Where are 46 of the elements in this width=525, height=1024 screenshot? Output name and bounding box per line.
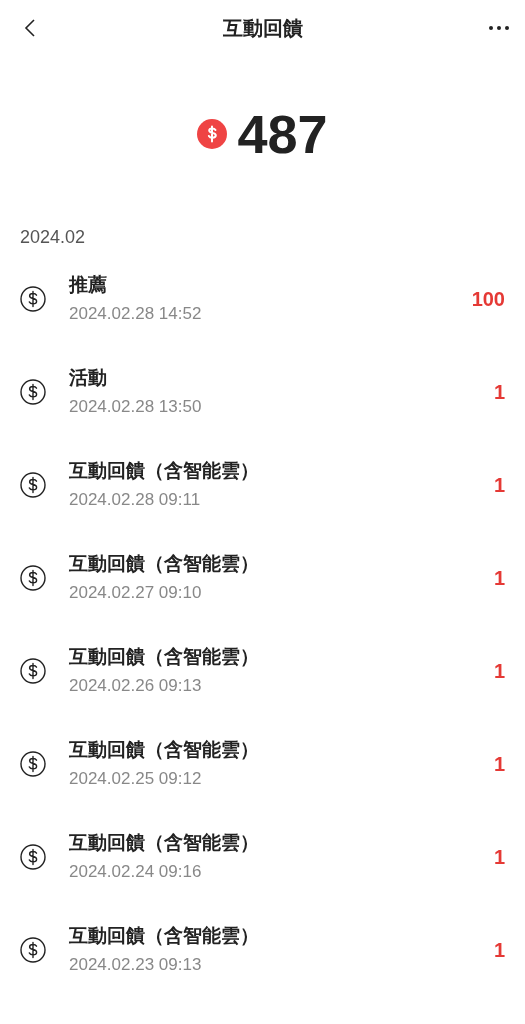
record-time: 2024.02.25 09:12	[69, 767, 203, 790]
record-amount: 1	[493, 844, 505, 870]
dollar-coin-icon	[20, 378, 46, 405]
record-row[interactable]: 推薦 2024.02.28 14:52 100	[0, 252, 525, 345]
record-amount: 1	[493, 379, 505, 405]
month-label: 2024.02	[19, 226, 87, 249]
record-title: 互動回饋（含智能雲）	[69, 644, 260, 669]
record-row[interactable]: 互動回饋（含智能雲） 2024.02.26 09:13 1	[0, 624, 525, 717]
dollar-coin-icon	[20, 564, 46, 591]
dollar-coin-icon	[20, 285, 46, 312]
dollar-coin-icon	[20, 936, 46, 963]
record-title: 互動回饋（含智能雲）	[69, 551, 260, 576]
back-icon	[24, 18, 36, 38]
record-amount: 1	[493, 658, 505, 684]
page-title: 互動回饋	[222, 16, 303, 41]
balance-amount: 487	[237, 107, 328, 161]
record-time: 2024.02.28 14:52	[69, 302, 203, 325]
more-icon	[489, 26, 509, 30]
record-row[interactable]: 活動 2024.02.28 13:50 1	[0, 345, 525, 438]
record-time: 2024.02.27 09:10	[69, 581, 203, 604]
record-row[interactable]: 互動回饋（含智能雲） 2024.02.27 09:10 1	[0, 531, 525, 624]
record-time: 2024.02.26 09:13	[69, 674, 203, 697]
record-time: 2024.02.24 09:16	[69, 860, 203, 883]
record-amount: 1	[493, 751, 505, 777]
record-title: 推薦	[69, 272, 108, 297]
dollar-coin-icon	[20, 657, 46, 684]
record-title: 互動回饋（含智能雲）	[69, 458, 260, 483]
record-title: 互動回饋（含智能雲）	[69, 923, 260, 948]
record-time: 2024.02.28 09:11	[69, 488, 202, 511]
record-row[interactable]: 互動回饋（含智能雲） 2024.02.23 09:13 1	[0, 903, 525, 996]
record-title: 互動回饋（含智能雲）	[69, 737, 260, 762]
record-time: 2024.02.23 09:13	[69, 953, 203, 976]
record-row[interactable]: 互動回饋（含智能雲） 2024.02.28 09:11 1	[0, 438, 525, 531]
record-row[interactable]: 互動回饋（含智能雲） 2024.02.24 09:16 1	[0, 810, 525, 903]
record-row[interactable]: 互動回饋（含智能雲） 2024.02.25 09:12 1	[0, 717, 525, 810]
record-amount: 1	[493, 937, 505, 963]
dollar-coin-icon	[20, 471, 46, 498]
dollar-coin-icon	[20, 843, 46, 870]
record-amount: 1	[493, 565, 505, 591]
dollar-coin-icon	[197, 119, 228, 149]
record-title: 活動	[69, 365, 108, 390]
dollar-coin-icon	[20, 750, 46, 777]
record-title: 互動回饋（含智能雲）	[69, 830, 260, 855]
record-amount: 1	[493, 472, 505, 498]
record-amount: 100	[471, 286, 505, 312]
record-time: 2024.02.28 13:50	[69, 395, 203, 418]
